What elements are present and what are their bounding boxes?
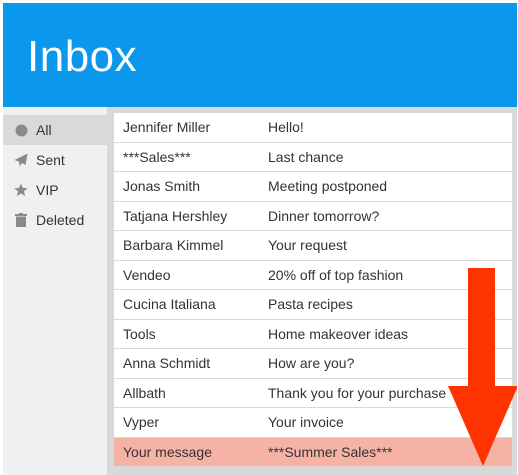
paper-plane-icon [14, 153, 28, 167]
page-title: Inbox [27, 32, 138, 81]
trash-icon [14, 213, 28, 227]
message-subject: Meeting postponed [268, 178, 388, 194]
message-row[interactable]: Barbara Kimmel Your request [114, 231, 512, 260]
message-subject: Your request [268, 237, 347, 253]
sidebar: All Sent VIP Deleted [3, 107, 107, 475]
message-subject: Your invoice [268, 414, 344, 430]
message-row[interactable]: Tatjana Hershley Dinner tomorrow? [114, 201, 512, 230]
sidebar-item-vip[interactable]: VIP [3, 175, 107, 205]
message-subject: Hello! [268, 119, 304, 135]
star-icon [14, 183, 28, 197]
message-row[interactable]: Jennifer Miller Hello! [114, 113, 512, 142]
message-sender: Allbath [123, 384, 166, 401]
message-subject: Home makeover ideas [268, 325, 409, 342]
message-subject: Pasta recipes [268, 296, 353, 312]
message-sender: ***Sales*** [123, 148, 191, 165]
sidebar-item-sent[interactable]: Sent [3, 145, 107, 175]
message-subject: How are you? [268, 355, 355, 371]
sidebar-item-label: VIP [36, 182, 59, 198]
message-sender: Cucina Italiana [123, 296, 216, 312]
message-row[interactable]: Jonas Smith Meeting postponed [114, 172, 512, 201]
sidebar-item-label: All [36, 122, 52, 138]
message-sender: Jonas Smith [123, 178, 201, 194]
circle-icon [14, 123, 28, 137]
message-sender: Barbara Kimmel [123, 237, 224, 253]
sidebar-item-label: Sent [36, 152, 65, 168]
message-sender: Tools [123, 325, 156, 342]
message-subject: Thank you for your purchase [268, 384, 447, 401]
message-sender: Jennifer Miller [123, 119, 211, 135]
header-bar: Inbox [3, 3, 517, 107]
message-sender: Tatjana Hershley [123, 207, 228, 224]
email-client-window: Inbox All Sent VIP Deleted Jennifer Mill… [3, 3, 517, 475]
message-row[interactable]: ***Sales*** Last chance [114, 142, 512, 171]
message-subject: Dinner tomorrow? [268, 207, 380, 224]
message-sender: Your message [123, 443, 212, 460]
message-subject: Last chance [268, 148, 344, 165]
down-arrow-icon [448, 268, 517, 466]
sidebar-item-deleted[interactable]: Deleted [3, 205, 107, 235]
message-subject: ***Summer Sales*** [268, 443, 393, 460]
message-sender: Vendeo [123, 266, 171, 283]
sidebar-item-all[interactable]: All [3, 115, 107, 145]
message-subject: 20% off of top fashion [268, 266, 404, 283]
message-sender: Vyper [123, 414, 160, 430]
sidebar-item-label: Deleted [36, 212, 85, 228]
message-sender: Anna Schmidt [123, 355, 211, 371]
